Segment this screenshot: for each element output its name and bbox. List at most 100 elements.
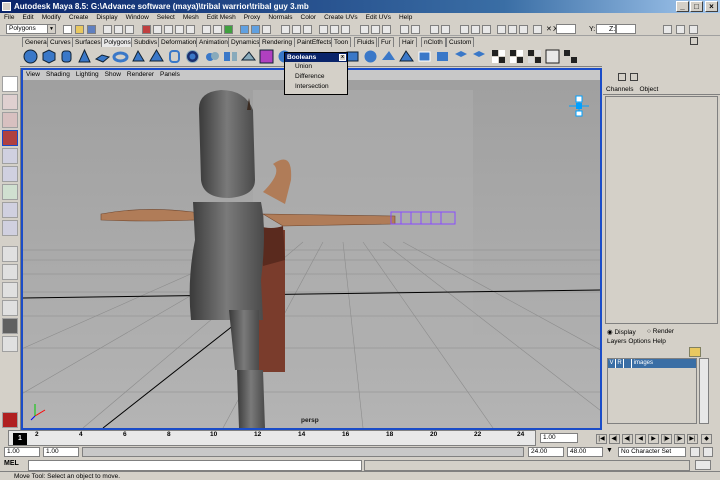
reduce-icon[interactable] bbox=[380, 48, 397, 65]
tab-fur[interactable]: Fur bbox=[378, 37, 394, 47]
current-frame-field[interactable]: 1.00 bbox=[540, 433, 578, 443]
uv-editor-icon[interactable] bbox=[562, 48, 579, 65]
select-component-icon[interactable] bbox=[125, 25, 134, 34]
channel-box-icon[interactable] bbox=[303, 25, 312, 34]
menu-edit[interactable]: Edit bbox=[18, 13, 37, 23]
face-icon[interactable] bbox=[471, 25, 480, 34]
save-scene-icon[interactable] bbox=[87, 25, 96, 34]
panel-menu-lighting[interactable]: Lighting bbox=[73, 70, 102, 80]
tool-settings-icon[interactable] bbox=[292, 25, 301, 34]
tab-surfaces[interactable]: Surfaces bbox=[72, 37, 104, 47]
output-ops-icon[interactable] bbox=[213, 25, 222, 34]
menu-help[interactable]: Help bbox=[395, 13, 416, 23]
channel-box-area[interactable] bbox=[605, 96, 718, 324]
layer-color-swatch[interactable] bbox=[624, 359, 632, 368]
new-layer-icon[interactable] bbox=[689, 347, 701, 357]
hotbox-icon[interactable] bbox=[519, 25, 528, 34]
animation-prefs-button[interactable]: ◆ bbox=[701, 434, 712, 444]
booleans-title-bar[interactable]: Booleans x bbox=[285, 53, 347, 62]
menu-color[interactable]: Color bbox=[297, 13, 321, 23]
layout-single-icon[interactable] bbox=[2, 246, 18, 262]
start-time-field[interactable]: 1.00 bbox=[4, 447, 40, 457]
layout-outliner-icon[interactable] bbox=[2, 300, 18, 316]
rotate-tool[interactable] bbox=[2, 148, 18, 164]
new-scene-icon[interactable] bbox=[63, 25, 72, 34]
bridge-icon[interactable] bbox=[470, 48, 487, 65]
menu-proxy[interactable]: Proxy bbox=[240, 13, 265, 23]
end-time-field[interactable]: 48.00 bbox=[567, 447, 603, 457]
menu-create-uvs[interactable]: Create UVs bbox=[320, 13, 362, 23]
menu-window[interactable]: Window bbox=[122, 13, 153, 23]
poly-cylinder-icon[interactable] bbox=[58, 48, 75, 65]
current-frame-marker[interactable]: 1 bbox=[13, 433, 27, 445]
poly-pyramid-icon[interactable] bbox=[148, 48, 165, 65]
triangulate-icon[interactable] bbox=[398, 48, 415, 65]
go-to-end-button[interactable]: ▶| bbox=[687, 434, 698, 444]
layout-four-icon[interactable] bbox=[2, 264, 18, 280]
show-tool-icon[interactable] bbox=[676, 25, 685, 34]
key-icon[interactable] bbox=[690, 447, 700, 457]
menu-create[interactable]: Create bbox=[65, 13, 93, 23]
last-tool[interactable] bbox=[2, 220, 18, 236]
scene-canvas[interactable]: persp bbox=[23, 80, 600, 428]
shelf-menu-icon[interactable] bbox=[690, 37, 698, 45]
panel-menu-view[interactable]: View bbox=[23, 70, 43, 80]
menu-modify[interactable]: Modify bbox=[38, 13, 65, 23]
layer-visible-toggle[interactable]: V bbox=[608, 359, 616, 368]
tab-curves[interactable]: Curves bbox=[47, 37, 74, 47]
tab-ncloth[interactable]: nCloth bbox=[421, 37, 446, 47]
boolean-intersection-item[interactable]: Intersection bbox=[285, 82, 347, 92]
panel-menu-show[interactable]: Show bbox=[102, 70, 124, 80]
render-radio[interactable]: ○ Render bbox=[647, 328, 674, 335]
uv-checker-icon[interactable] bbox=[508, 48, 525, 65]
layer-list[interactable]: VR images bbox=[607, 358, 697, 424]
poly-pipe-icon[interactable] bbox=[166, 48, 183, 65]
link-icon[interactable] bbox=[341, 25, 350, 34]
render-current-icon[interactable] bbox=[240, 25, 249, 34]
minimize-button[interactable]: _ bbox=[676, 1, 689, 12]
tab-animation[interactable]: Animation bbox=[196, 37, 231, 47]
menu-select[interactable]: Select bbox=[153, 13, 179, 23]
uv-icon[interactable] bbox=[497, 25, 506, 34]
multi-icon[interactable] bbox=[508, 25, 517, 34]
separate-icon[interactable] bbox=[222, 48, 239, 65]
layer-row-images[interactable]: VR images bbox=[608, 359, 696, 368]
poly-plane-icon[interactable] bbox=[94, 48, 111, 65]
layout-two-icon[interactable] bbox=[2, 282, 18, 298]
poly-prism-icon[interactable] bbox=[130, 48, 147, 65]
menu-display[interactable]: Display bbox=[92, 13, 121, 23]
go-to-start-button[interactable]: |◀ bbox=[596, 434, 607, 444]
combine-icon[interactable] bbox=[204, 48, 221, 65]
step-back-frame-button[interactable]: ◀| bbox=[622, 434, 633, 444]
mel-input[interactable] bbox=[28, 460, 362, 471]
play-backwards-button[interactable]: ◀ bbox=[635, 434, 646, 444]
layout-graph-icon[interactable] bbox=[2, 318, 18, 334]
close-button[interactable]: × bbox=[705, 1, 718, 12]
script-editor-icon[interactable] bbox=[695, 460, 711, 470]
tab-dynamics[interactable]: Dynamics bbox=[228, 37, 263, 47]
menu-edit-mesh[interactable]: Edit Mesh bbox=[203, 13, 240, 23]
attribute-editor-icon[interactable] bbox=[281, 25, 290, 34]
move-tool[interactable] bbox=[2, 130, 18, 146]
boolean-union-item[interactable]: Union bbox=[285, 62, 347, 72]
knife-icon[interactable] bbox=[430, 25, 439, 34]
z-field[interactable] bbox=[616, 24, 636, 34]
menu-file[interactable]: File bbox=[0, 13, 18, 23]
select-tool[interactable] bbox=[2, 76, 18, 92]
layer-reference-toggle[interactable]: R bbox=[616, 359, 624, 368]
snap-view-icon[interactable] bbox=[175, 25, 184, 34]
snap-curve-icon[interactable] bbox=[153, 25, 162, 34]
brush-icon[interactable] bbox=[411, 25, 420, 34]
lasso-tool[interactable] bbox=[2, 94, 18, 110]
tab-subdivs[interactable]: Subdivs bbox=[131, 37, 161, 47]
select-hierarchy-icon[interactable] bbox=[103, 25, 112, 34]
range-slider-track[interactable] bbox=[82, 447, 524, 457]
panel-menu-shading[interactable]: Shading bbox=[43, 70, 73, 80]
channels-menu[interactable]: Channels bbox=[603, 85, 636, 95]
edge-icon[interactable] bbox=[460, 25, 469, 34]
magnet-icon[interactable] bbox=[330, 25, 339, 34]
boolean-difference-item[interactable]: Difference bbox=[285, 72, 347, 82]
playback-end-field[interactable]: 24.00 bbox=[528, 447, 564, 457]
tab-polygons[interactable]: Polygons bbox=[101, 37, 134, 47]
scale-tool[interactable] bbox=[2, 166, 18, 182]
